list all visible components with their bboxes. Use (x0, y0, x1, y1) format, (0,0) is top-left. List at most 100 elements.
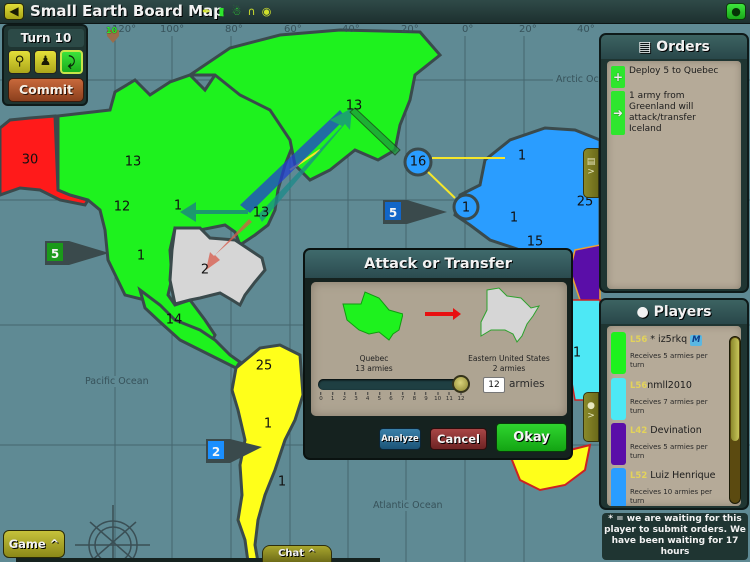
army-count-peru[interactable]: 1 (264, 417, 272, 432)
user-icon: ● (731, 5, 741, 18)
degree-label: 20° (519, 24, 537, 35)
player-name-text: Devination (650, 425, 702, 436)
player-row[interactable]: L56 * iz5rkq M Receives 5 armies per tur… (611, 332, 723, 376)
order-item[interactable]: + Deploy 5 to Quebec (611, 66, 724, 88)
players-title: Players (653, 304, 712, 320)
commit-button[interactable]: Commit (8, 78, 84, 102)
army-count-great-britain[interactable]: 1 (462, 201, 470, 216)
player-color-swatch (611, 378, 626, 420)
army-count-northwest-territory[interactable]: 13 (125, 155, 142, 170)
army-count-western-us[interactable]: 1 (137, 249, 145, 264)
to-territory-name: Eastern United States (468, 354, 550, 363)
turn-label: Turn 10 (8, 29, 84, 47)
okay-button[interactable]: Okay (496, 423, 567, 452)
page-title: Small Earth Board Map (30, 2, 224, 20)
slider-tick: 2 (343, 392, 347, 402)
player-name: L56nmll2010 (630, 380, 692, 391)
cancel-button[interactable]: Cancel (430, 428, 487, 450)
horseshoe-icon[interactable]: ∩ (245, 4, 258, 19)
orders-header: ▤ Orders (601, 35, 747, 59)
players-panel: ● Players L56 * iz5rkq M Receives 5 armi… (599, 298, 749, 510)
army-count-venezuela[interactable]: 25 (256, 359, 273, 374)
player-color-swatch (611, 332, 626, 374)
next-step-button[interactable]: ⤸ (60, 50, 83, 74)
slider-tick: 7 (401, 392, 405, 402)
to-territory-label: Eastern United States 2 armies (457, 354, 561, 374)
player-level: L42 (630, 426, 648, 436)
cards-icon[interactable]: ▮ (215, 4, 228, 19)
slider-tick: 11 (446, 392, 453, 402)
slider-tick: 9 (424, 392, 428, 402)
label-pacific-ocean: Pacific Ocean (82, 376, 152, 387)
arrow-icon: ➜ (611, 91, 625, 135)
game-menu-button[interactable]: Game ^ (3, 530, 65, 558)
profile-button[interactable]: ● (726, 3, 746, 20)
search-icon: ⚲ (14, 54, 25, 69)
player-income: Receives 5 armies per turn (630, 352, 708, 369)
army-count-quebec[interactable]: 13 (253, 206, 270, 221)
armies-input[interactable]: 12 (483, 377, 505, 393)
order-text: 1 army from Greenland will attack/transf… (629, 91, 696, 134)
arrow-left-icon: ◀ (9, 4, 19, 18)
slider-tick: 12 (458, 392, 465, 402)
eye-icon[interactable]: ◉ (260, 4, 273, 19)
waiting-note: * = we are waiting for this player to su… (602, 513, 748, 560)
orders-collapse-tab[interactable]: ▤ > (583, 148, 599, 198)
slider-tick: 6 (389, 392, 393, 402)
head-icon: ● (636, 304, 654, 320)
players-scrollbar[interactable] (729, 336, 741, 504)
slider-tick: 8 (413, 392, 417, 402)
player-income: Receives 10 armies per turn (630, 488, 713, 505)
army-count-northern-europe[interactable]: 1 (510, 211, 518, 226)
analyze-button[interactable]: Analyze (379, 428, 421, 450)
add-player-button[interactable]: ♟ (34, 50, 57, 74)
orders-panel: ▤ Orders + Deploy 5 to Quebec ➜ 1 army f… (599, 33, 749, 293)
player-row[interactable]: L56nmll2010 Receives 7 armies per turn (611, 378, 723, 422)
search-button[interactable]: ⚲ (8, 50, 31, 74)
player-name: L42 Devination (630, 425, 702, 436)
players-scrollbar-thumb[interactable] (731, 338, 739, 441)
armies-slider-ticks: 0 1 2 3 4 5 6 7 8 9 10 11 12 (319, 392, 471, 406)
player-row[interactable]: L42 Devination Receives 5 armies per tur… (611, 423, 723, 467)
army-count-north-africa[interactable]: 1 (573, 346, 581, 361)
degree-label: 40° (577, 24, 595, 35)
player-row[interactable]: L52 Luiz Henrique Receives 10 armies per… (611, 468, 723, 506)
player-name-text: Luiz Henrique (650, 470, 716, 481)
players-header: ● Players (601, 300, 747, 324)
army-count-greenland[interactable]: 13 (346, 99, 363, 114)
chevron-right-icon: > (587, 167, 595, 177)
from-territory-armies: 13 armies (355, 364, 393, 373)
turn-marker: 10 (106, 26, 120, 44)
chat-tab[interactable]: Chat ^ (262, 545, 332, 562)
syringe-icon[interactable]: ✒ (200, 4, 213, 19)
label-atlantic-ocean: Atlantic Ocean (370, 500, 446, 511)
army-count-scandinavia[interactable]: 1 (518, 149, 526, 164)
person-icon[interactable]: ☃ (230, 4, 243, 19)
status-icons: ✒ ▮ ☃ ∩ ◉ (200, 4, 273, 19)
players-collapse-tab[interactable]: ● > (583, 392, 599, 442)
dialog-title: Attack or Transfer (305, 250, 571, 278)
army-count-iceland[interactable]: 16 (410, 155, 427, 170)
order-item[interactable]: ➜ 1 army from Greenland will attack/tran… (611, 91, 724, 135)
player-income: Receives 7 armies per turn (630, 398, 708, 415)
from-territory-name: Quebec (359, 354, 389, 363)
armies-slider-track[interactable] (318, 379, 468, 390)
army-count-eastern-us[interactable]: 2 (201, 263, 209, 278)
slider-tick: 10 (434, 392, 441, 402)
player-income: Receives 5 armies per turn (630, 443, 708, 460)
back-button[interactable]: ◀ (4, 3, 24, 20)
degree-label: 80° (225, 24, 243, 35)
armies-slider-thumb[interactable] (452, 375, 470, 393)
add-user-icon: ♟ (39, 54, 52, 69)
army-count-alberta[interactable]: 12 (114, 200, 131, 215)
slider-tick: 1 (331, 392, 335, 402)
turn-panel: Turn 10 ⚲ ♟ ⤸ Commit (2, 24, 88, 106)
army-count-ontario[interactable]: 1 (174, 199, 182, 214)
territory-shape-eastern-us (480, 287, 541, 343)
player-color-swatch (611, 468, 626, 506)
clipboard-icon: ▤ (586, 157, 596, 167)
army-count-central-america[interactable]: 14 (166, 313, 183, 328)
army-count-argentina[interactable]: 1 (278, 475, 286, 490)
army-count-alaska[interactable]: 30 (22, 153, 39, 168)
bonus-value: 5 (45, 241, 65, 263)
